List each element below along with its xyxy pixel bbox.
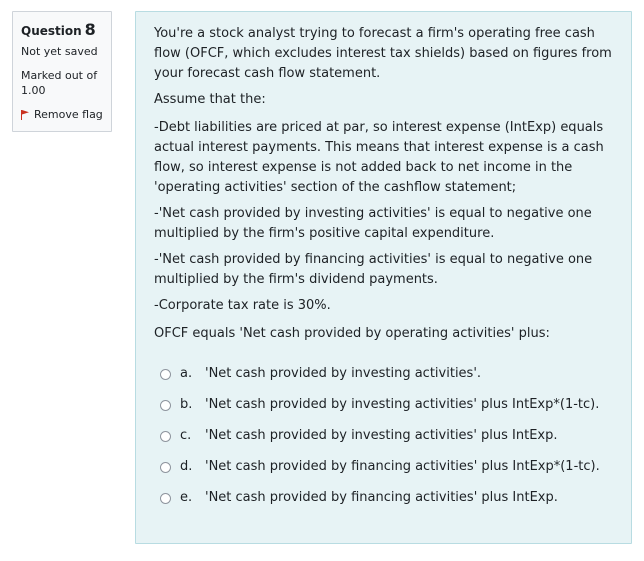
answer-option-d[interactable]: d. 'Net cash provided by financing activ… (154, 457, 617, 477)
question-paragraph: Assume that the: (154, 92, 266, 107)
question-content: You're a stock analyst trying to forecas… (135, 11, 632, 544)
question-paragraph: -'Net cash provided by investing activit… (154, 206, 592, 241)
answer-text[interactable]: 'Net cash provided by investing activiti… (205, 395, 599, 415)
question-label: Question (21, 24, 82, 38)
question-number: 8 (84, 20, 96, 39)
radio-button[interactable] (160, 430, 171, 442)
answer-letter: a. (180, 366, 193, 381)
answer-letter: b. (180, 397, 193, 412)
question-info-panel: Question 8 Not yet saved Marked out of 1… (12, 11, 112, 132)
answer-text[interactable]: 'Net cash provided by financing activiti… (205, 457, 600, 477)
answer-letter: c. (180, 428, 192, 443)
radio-button[interactable] (160, 399, 171, 411)
answer-options: a. 'Net cash provided by investing activ… (154, 364, 617, 508)
question-prompt: OFCF equals 'Net cash provided by operat… (154, 326, 550, 341)
question-paragraph: -Debt liabilities are priced at par, so … (154, 120, 604, 195)
radio-button[interactable] (160, 492, 171, 504)
question-paragraph: -Corporate tax rate is 30%. (154, 298, 331, 313)
answer-option-a[interactable]: a. 'Net cash provided by investing activ… (154, 364, 617, 384)
flag-icon (21, 109, 29, 120)
answer-text[interactable]: 'Net cash provided by investing activiti… (205, 426, 558, 446)
answer-option-b[interactable]: b. 'Net cash provided by investing activ… (154, 395, 617, 415)
answer-letter: d. (180, 459, 193, 474)
question-state: Not yet saved (21, 45, 98, 58)
answer-text[interactable]: 'Net cash provided by financing activiti… (205, 488, 558, 508)
question-paragraph: -'Net cash provided by financing activit… (154, 252, 593, 287)
answer-option-c[interactable]: c. 'Net cash provided by investing activ… (154, 426, 617, 446)
answer-text[interactable]: 'Net cash provided by investing activiti… (205, 364, 481, 384)
answer-letter: e. (180, 490, 193, 505)
answer-option-e[interactable]: e. 'Net cash provided by financing activ… (154, 488, 617, 508)
radio-button[interactable] (160, 461, 171, 473)
question-title: Question 8 (21, 22, 103, 39)
question-paragraph: You're a stock analyst trying to forecas… (154, 26, 612, 81)
radio-button[interactable] (160, 368, 171, 380)
remove-flag-link[interactable]: Remove flag (21, 107, 103, 122)
remove-flag-label: Remove flag (34, 108, 103, 121)
question-grade: Marked out of 1.00 (21, 69, 98, 97)
